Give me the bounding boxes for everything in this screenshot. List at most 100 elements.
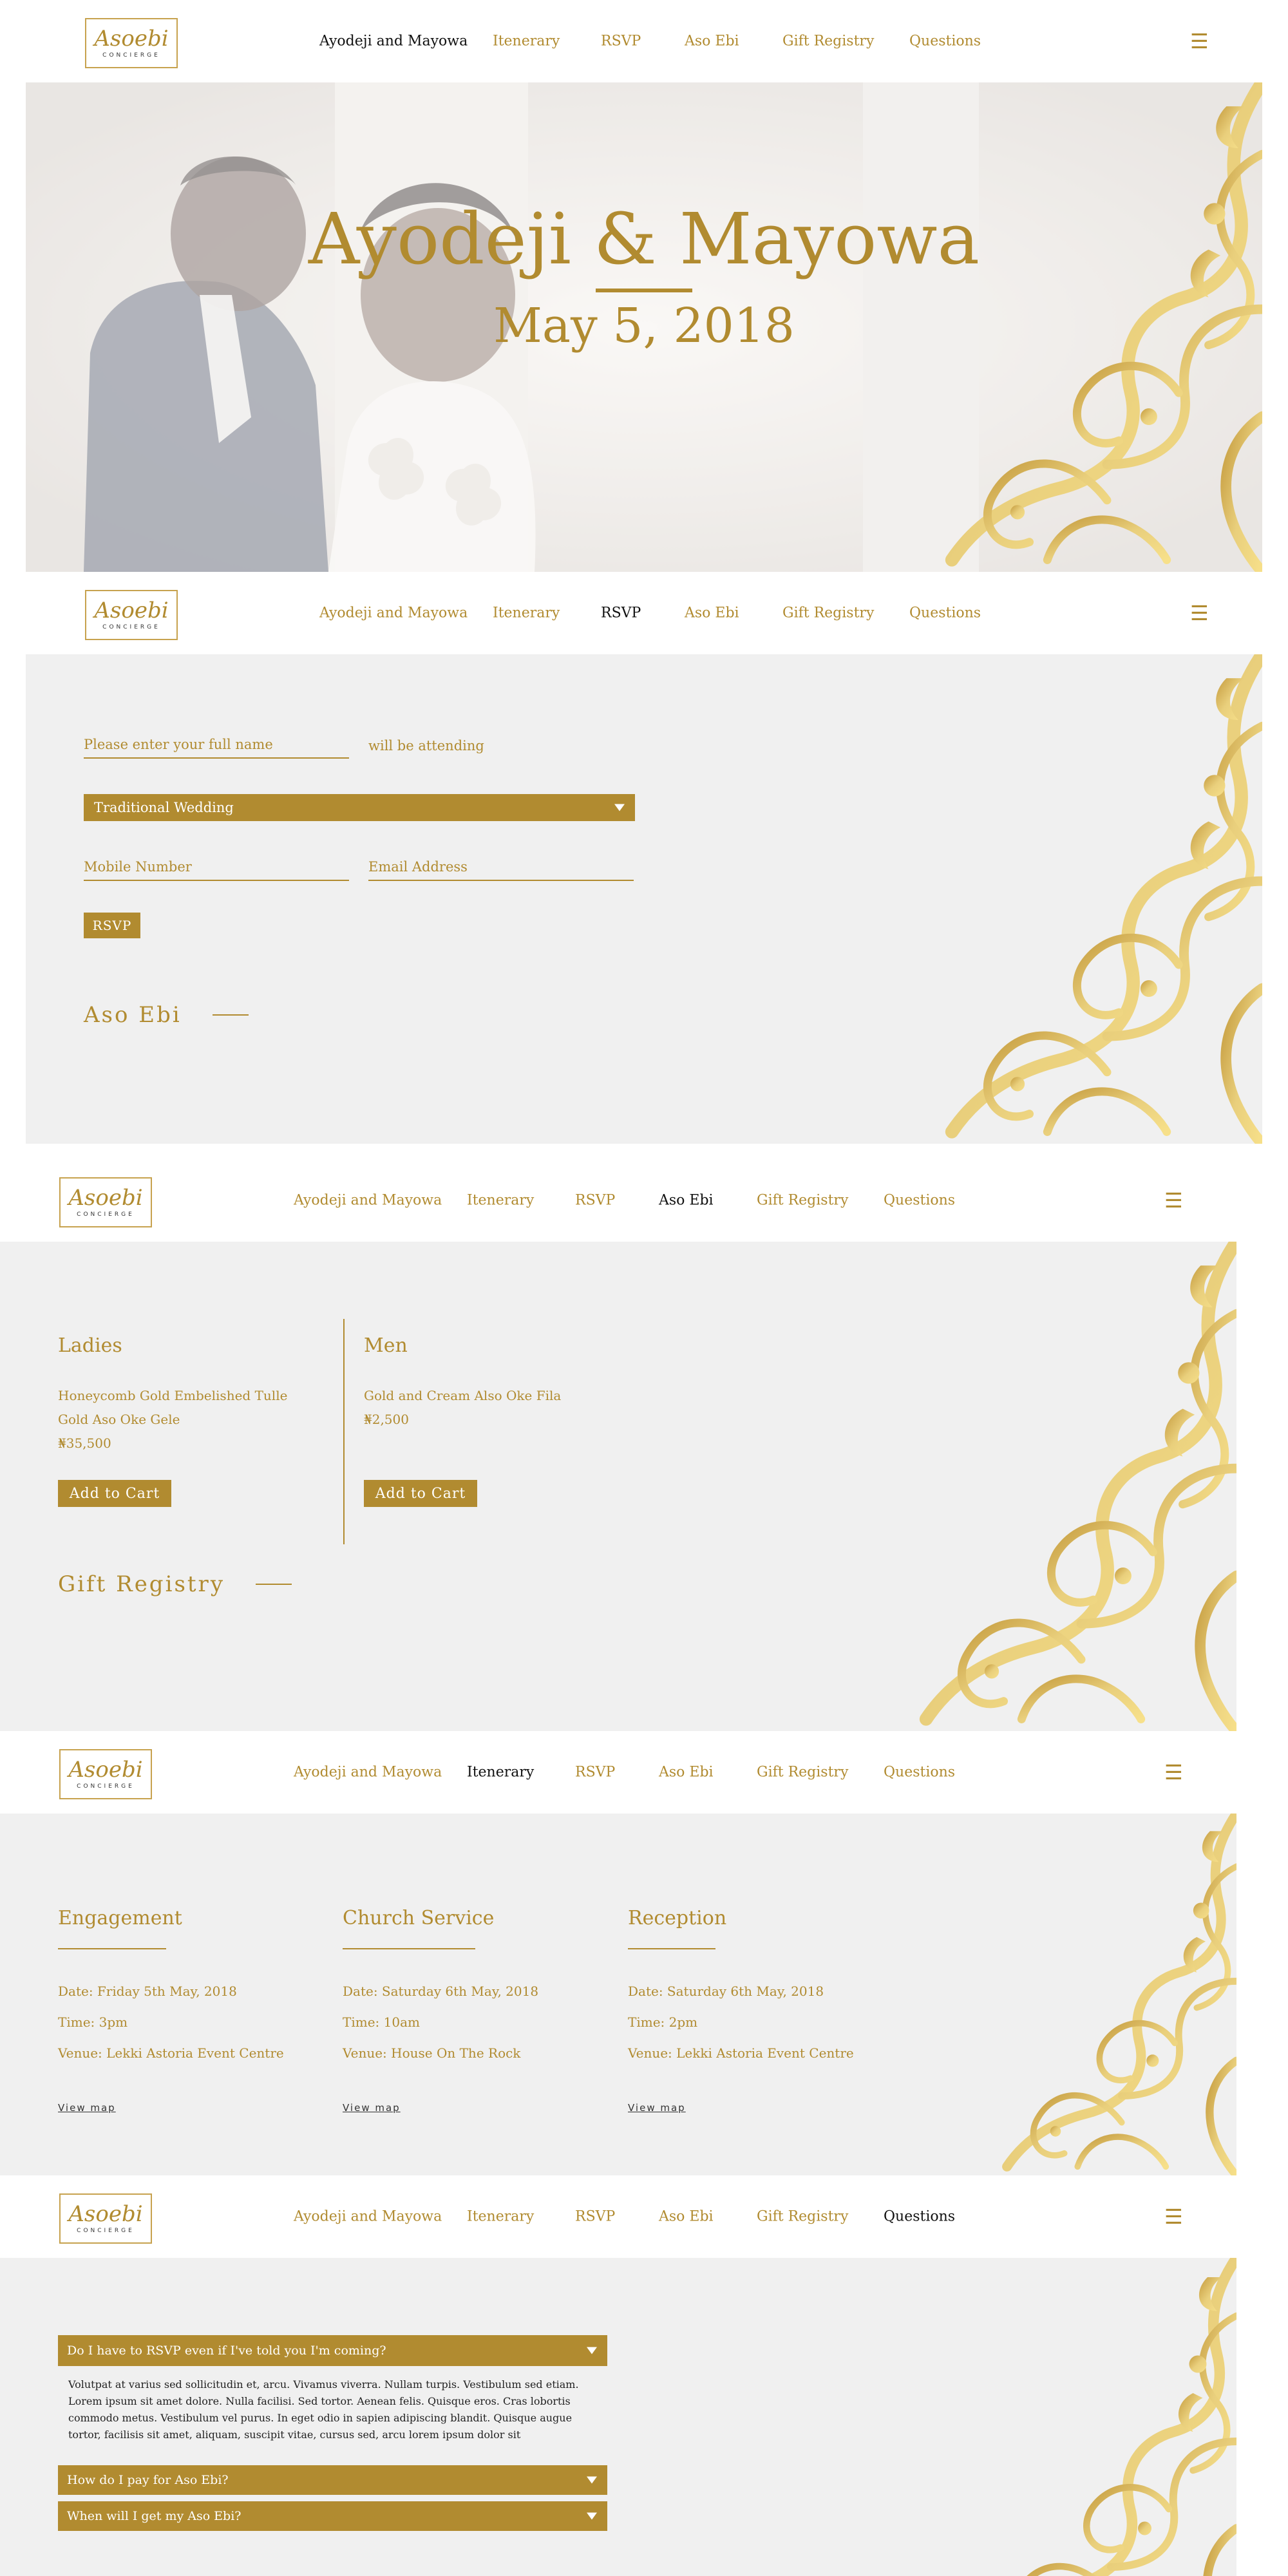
itinerary-nav: Asoebi CONCIERGE Ayodeji and Mayowa Iten… bbox=[0, 1731, 1236, 1814]
men-item: Gold and Cream Also Oke Fila bbox=[364, 1388, 562, 1403]
hero-wedding-date: May 5, 2018 bbox=[493, 298, 795, 354]
nav-link-gift-registry[interactable]: Gift Registry bbox=[782, 33, 874, 50]
hamburger-icon[interactable]: ☰ bbox=[1164, 1190, 1183, 1211]
itinerary-section: Engagement Date: Friday 5th May, 2018 Ti… bbox=[0, 1814, 1236, 2175]
hamburger-icon[interactable]: ☰ bbox=[1190, 603, 1209, 623]
faq-answer: Volutpat at varius sed sollicitudin et, … bbox=[68, 2378, 579, 2441]
email-input[interactable] bbox=[368, 855, 634, 875]
hero-divider bbox=[596, 289, 692, 292]
ladies-title: Ladies bbox=[58, 1334, 122, 1357]
attending-label: will be attending bbox=[368, 738, 484, 753]
top-nav: Asoebi CONCIERGE Ayodeji and Mayowa Iten… bbox=[26, 0, 1262, 82]
view-map-link[interactable]: View map bbox=[343, 2102, 401, 2114]
ornament-swirl bbox=[914, 1814, 1236, 2175]
nav-link-itinerary[interactable]: Itenerary bbox=[467, 1765, 534, 1781]
nav-link-questions[interactable]: Questions bbox=[884, 1765, 955, 1781]
ornament-swirl bbox=[850, 654, 1262, 1144]
nav-link-aso-ebi[interactable]: Aso Ebi bbox=[685, 605, 739, 621]
mobile-number-field[interactable] bbox=[84, 855, 349, 881]
questions-nav: Asoebi CONCIERGE Ayodeji and Mayowa Iten… bbox=[0, 2175, 1236, 2258]
ornament-swirl bbox=[811, 1242, 1236, 1731]
men-price: ₦2,500 bbox=[364, 1412, 409, 1427]
event-select[interactable]: Traditional Wedding bbox=[84, 794, 635, 821]
event-date: Date: Friday 5th May, 2018 bbox=[58, 1984, 237, 1999]
hero-banner: Ayodeji & Mayowa May 5, 2018 bbox=[26, 82, 1262, 572]
email-field[interactable] bbox=[368, 855, 634, 881]
nav-link-aso-ebi[interactable]: Aso Ebi bbox=[659, 2209, 714, 2225]
nav-link-questions[interactable]: Questions bbox=[884, 1193, 955, 1209]
next-section-gift-registry[interactable]: Gift Registry bbox=[58, 1571, 292, 1597]
logo[interactable]: Asoebi CONCIERGE bbox=[85, 18, 178, 68]
ladies-item-line2: Gold Aso Oke Gele bbox=[58, 1412, 180, 1427]
event-underline bbox=[628, 1948, 715, 1949]
event-title: Church Service bbox=[343, 1907, 495, 1929]
men-add-to-cart-button[interactable]: Add to Cart bbox=[364, 1480, 477, 1507]
nav-link-gift-registry[interactable]: Gift Registry bbox=[757, 2209, 848, 2225]
event-time: Time: 3pm bbox=[58, 2014, 128, 2030]
event-venue: Venue: Lekki Astoria Event Centre bbox=[58, 2045, 284, 2061]
nav-link-rsvp[interactable]: RSVP bbox=[601, 33, 641, 50]
column-divider bbox=[343, 1319, 345, 1544]
event-date: Date: Saturday 6th May, 2018 bbox=[628, 1984, 824, 1999]
nav-link-gift-registry[interactable]: Gift Registry bbox=[757, 1765, 848, 1781]
nav-link-itinerary[interactable]: Itenerary bbox=[467, 1193, 534, 1209]
dropdown-arrow-icon bbox=[614, 804, 625, 811]
event-time: Time: 10am bbox=[343, 2014, 420, 2030]
hamburger-icon[interactable]: ☰ bbox=[1190, 31, 1209, 52]
event-venue: Venue: House On The Rock bbox=[343, 2045, 521, 2061]
logo[interactable]: Asoebi CONCIERGE bbox=[59, 1177, 152, 1227]
nav-link-questions[interactable]: Questions bbox=[909, 33, 981, 50]
mobile-number-input[interactable] bbox=[84, 855, 349, 875]
ornament-swirl bbox=[966, 2258, 1236, 2576]
nav-link-itinerary[interactable]: Itenerary bbox=[493, 33, 560, 50]
nav-link-questions[interactable]: Questions bbox=[884, 2209, 955, 2225]
faq-question[interactable]: When will I get my Aso Ebi? bbox=[58, 2501, 607, 2531]
rsvp-nav: Asoebi CONCIERGE Ayodeji and Mayowa Iten… bbox=[26, 572, 1262, 654]
event-date: Date: Saturday 6th May, 2018 bbox=[343, 1984, 539, 1999]
next-section-aso-ebi[interactable]: Aso Ebi bbox=[84, 1002, 249, 1028]
ladies-add-to-cart-button[interactable]: Add to Cart bbox=[58, 1480, 171, 1507]
ladies-item-line1: Honeycomb Gold Embelished Tulle bbox=[58, 1388, 288, 1403]
men-title: Men bbox=[364, 1334, 408, 1357]
nav-link-couple[interactable]: Ayodeji and Mayowa bbox=[294, 2209, 442, 2225]
nav-link-couple[interactable]: Ayodeji and Mayowa bbox=[319, 33, 468, 50]
event-select-value: Traditional Wedding bbox=[94, 800, 234, 815]
view-map-link[interactable]: View map bbox=[58, 2102, 116, 2114]
event-venue: Venue: Lekki Astoria Event Centre bbox=[628, 2045, 854, 2061]
nav-link-gift-registry[interactable]: Gift Registry bbox=[782, 605, 874, 621]
faq-section: Do I have to RSVP even if I've told you … bbox=[0, 2258, 1236, 2576]
event-underline bbox=[343, 1948, 475, 1949]
nav-link-aso-ebi[interactable]: Aso Ebi bbox=[659, 1193, 714, 1209]
ladies-price: ₦35,500 bbox=[58, 1435, 111, 1451]
nav-link-questions[interactable]: Questions bbox=[909, 605, 981, 621]
nav-link-aso-ebi[interactable]: Aso Ebi bbox=[685, 33, 739, 50]
full-name-input[interactable] bbox=[84, 733, 349, 752]
nav-link-couple[interactable]: Ayodeji and Mayowa bbox=[294, 1193, 442, 1209]
nav-link-couple[interactable]: Ayodeji and Mayowa bbox=[319, 605, 468, 621]
nav-link-rsvp[interactable]: RSVP bbox=[601, 605, 641, 621]
nav-link-couple[interactable]: Ayodeji and Mayowa bbox=[294, 1765, 442, 1781]
faq-question[interactable]: Do I have to RSVP even if I've told you … bbox=[58, 2335, 607, 2366]
full-name-field[interactable] bbox=[84, 733, 349, 759]
nav-link-rsvp[interactable]: RSVP bbox=[575, 1193, 615, 1209]
aso-ebi-section: Ladies Honeycomb Gold Embelished Tulle G… bbox=[0, 1242, 1236, 1731]
logo[interactable]: Asoebi CONCIERGE bbox=[59, 1749, 152, 1799]
hamburger-icon[interactable]: ☰ bbox=[1164, 2206, 1183, 2227]
faq-question[interactable]: How do I pay for Aso Ebi? bbox=[58, 2465, 607, 2495]
nav-link-gift-registry[interactable]: Gift Registry bbox=[757, 1193, 848, 1209]
chevron-down-icon bbox=[587, 2476, 597, 2484]
aso-ebi-nav: Asoebi CONCIERGE Ayodeji and Mayowa Iten… bbox=[0, 1159, 1236, 1242]
nav-link-rsvp[interactable]: RSVP bbox=[575, 2209, 615, 2225]
nav-link-itinerary[interactable]: Itenerary bbox=[493, 605, 560, 621]
rsvp-submit-button[interactable]: RSVP bbox=[84, 913, 140, 938]
logo[interactable]: Asoebi CONCIERGE bbox=[59, 2193, 152, 2244]
event-underline bbox=[58, 1948, 166, 1949]
nav-link-aso-ebi[interactable]: Aso Ebi bbox=[659, 1765, 714, 1781]
nav-link-rsvp[interactable]: RSVP bbox=[575, 1765, 615, 1781]
rsvp-section: will be attending Traditional Wedding RS… bbox=[26, 654, 1262, 1144]
logo[interactable]: Asoebi CONCIERGE bbox=[85, 590, 178, 640]
arrow-line-icon bbox=[256, 1584, 292, 1585]
nav-link-itinerary[interactable]: Itenerary bbox=[467, 2209, 534, 2225]
view-map-link[interactable]: View map bbox=[628, 2102, 686, 2114]
hamburger-icon[interactable]: ☰ bbox=[1164, 1762, 1183, 1783]
